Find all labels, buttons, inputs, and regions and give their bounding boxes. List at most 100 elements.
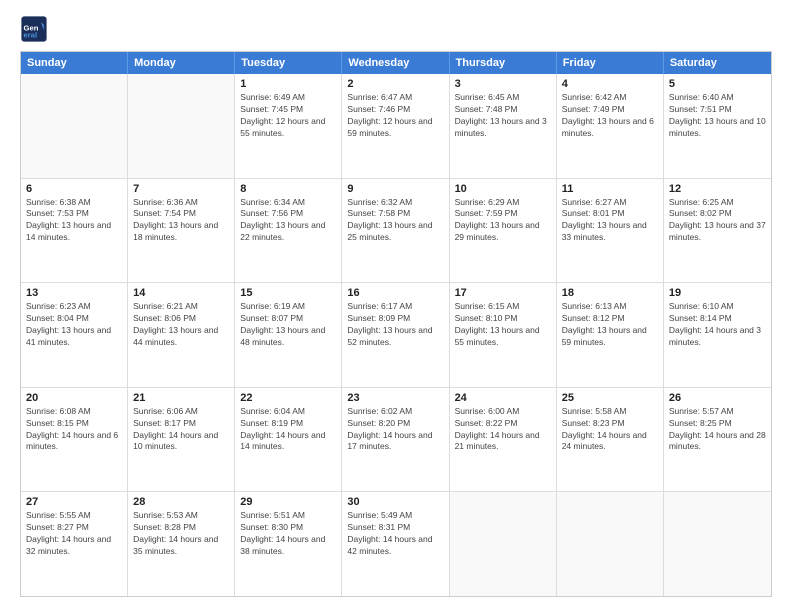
calendar-cell: 4 Sunrise: 6:42 AM Sunset: 7:49 PM Daylig… xyxy=(557,74,664,178)
header-day-saturday: Saturday xyxy=(664,52,771,74)
calendar-row-5: 27 Sunrise: 5:55 AM Sunset: 8:27 PM Dayli… xyxy=(21,492,771,596)
day-number: 24 xyxy=(455,392,551,404)
calendar-cell: 3Sunrise: 6:45 AM Sunset: 7:48 PM Daylig… xyxy=(450,74,557,178)
cell-info: Sunrise: 6:40 AM Sunset: 7:51 PM Dayligh… xyxy=(669,92,766,140)
day-number: 10 xyxy=(455,183,551,195)
day-number: 4 xyxy=(562,78,658,90)
day-number: 3 xyxy=(455,78,551,90)
calendar-cell xyxy=(450,492,557,596)
calendar-cell: 11 Sunrise: 6:27 AM Sunset: 8:01 PM Dayli… xyxy=(557,179,664,283)
cell-info: Sunrise: 6:06 AM Sunset: 8:17 PM Dayligh… xyxy=(133,406,229,454)
cell-info: Sunrise: 6:34 AM Sunset: 7:56 PM Dayligh… xyxy=(240,197,336,245)
page: Gen eral SundayMondayTuesdayWednesdayThu… xyxy=(0,0,792,612)
day-number: 16 xyxy=(347,287,443,299)
calendar-cell: 28 Sunrise: 5:53 AM Sunset: 8:28 PM Dayli… xyxy=(128,492,235,596)
day-number: 13 xyxy=(26,287,122,299)
calendar-cell: 26Sunrise: 5:57 AM Sunset: 8:25 PM Dayli… xyxy=(664,388,771,492)
header-day-wednesday: Wednesday xyxy=(342,52,449,74)
header-day-sunday: Sunday xyxy=(21,52,128,74)
cell-info: Sunrise: 6:25 AM Sunset: 8:02 PM Dayligh… xyxy=(669,197,766,245)
day-number: 2 xyxy=(347,78,443,90)
calendar-cell: 23Sunrise: 6:02 AM Sunset: 8:20 PM Dayli… xyxy=(342,388,449,492)
calendar-cell: 18Sunrise: 6:13 AM Sunset: 8:12 PM Dayli… xyxy=(557,283,664,387)
header-day-tuesday: Tuesday xyxy=(235,52,342,74)
cell-info: Sunrise: 6:38 AM Sunset: 7:53 PM Dayligh… xyxy=(26,197,122,245)
svg-text:eral: eral xyxy=(24,30,38,39)
day-number: 19 xyxy=(669,287,766,299)
cell-info: Sunrise: 5:55 AM Sunset: 8:27 PM Dayligh… xyxy=(26,510,122,558)
cell-info: Sunrise: 6:19 AM Sunset: 8:07 PM Dayligh… xyxy=(240,301,336,349)
cell-info: Sunrise: 5:53 AM Sunset: 8:28 PM Dayligh… xyxy=(133,510,229,558)
calendar-cell: 16 Sunrise: 6:17 AM Sunset: 8:09 PM Dayli… xyxy=(342,283,449,387)
calendar-cell: 8 Sunrise: 6:34 AM Sunset: 7:56 PM Daylig… xyxy=(235,179,342,283)
calendar-row-2: 6Sunrise: 6:38 AM Sunset: 7:53 PM Daylig… xyxy=(21,179,771,284)
calendar: SundayMondayTuesdayWednesdayThursdayFrid… xyxy=(20,51,772,597)
calendar-cell: 7Sunrise: 6:36 AM Sunset: 7:54 PM Daylig… xyxy=(128,179,235,283)
calendar-cell: 24 Sunrise: 6:00 AM Sunset: 8:22 PM Dayli… xyxy=(450,388,557,492)
day-number: 12 xyxy=(669,183,766,195)
cell-info: Sunrise: 6:10 AM Sunset: 8:14 PM Dayligh… xyxy=(669,301,766,349)
calendar-body: 1Sunrise: 6:49 AM Sunset: 7:45 PM Daylig… xyxy=(21,74,771,596)
cell-info: Sunrise: 6:23 AM Sunset: 8:04 PM Dayligh… xyxy=(26,301,122,349)
cell-info: Sunrise: 6:32 AM Sunset: 7:58 PM Dayligh… xyxy=(347,197,443,245)
calendar-cell: 30 Sunrise: 5:49 AM Sunset: 8:31 PM Dayli… xyxy=(342,492,449,596)
calendar-cell: 13 Sunrise: 6:23 AM Sunset: 8:04 PM Dayli… xyxy=(21,283,128,387)
header: Gen eral xyxy=(20,15,772,43)
calendar-cell: 1Sunrise: 6:49 AM Sunset: 7:45 PM Daylig… xyxy=(235,74,342,178)
header-day-monday: Monday xyxy=(128,52,235,74)
calendar-cell xyxy=(664,492,771,596)
cell-info: Sunrise: 6:27 AM Sunset: 8:01 PM Dayligh… xyxy=(562,197,658,245)
calendar-cell: 15 Sunrise: 6:19 AM Sunset: 8:07 PM Dayli… xyxy=(235,283,342,387)
day-number: 9 xyxy=(347,183,443,195)
day-number: 11 xyxy=(562,183,658,195)
calendar-cell: 2 Sunrise: 6:47 AM Sunset: 7:46 PM Daylig… xyxy=(342,74,449,178)
calendar-cell: 21 Sunrise: 6:06 AM Sunset: 8:17 PM Dayli… xyxy=(128,388,235,492)
calendar-row-3: 13 Sunrise: 6:23 AM Sunset: 8:04 PM Dayli… xyxy=(21,283,771,388)
calendar-cell: 29 Sunrise: 5:51 AM Sunset: 8:30 PM Dayli… xyxy=(235,492,342,596)
day-number: 30 xyxy=(347,496,443,508)
day-number: 22 xyxy=(240,392,336,404)
cell-info: Sunrise: 6:04 AM Sunset: 8:19 PM Dayligh… xyxy=(240,406,336,454)
calendar-cell: 6Sunrise: 6:38 AM Sunset: 7:53 PM Daylig… xyxy=(21,179,128,283)
calendar-cell xyxy=(557,492,664,596)
cell-info: Sunrise: 6:17 AM Sunset: 8:09 PM Dayligh… xyxy=(347,301,443,349)
header-day-friday: Friday xyxy=(557,52,664,74)
cell-info: Sunrise: 5:58 AM Sunset: 8:23 PM Dayligh… xyxy=(562,406,658,454)
cell-info: Sunrise: 6:08 AM Sunset: 8:15 PM Dayligh… xyxy=(26,406,122,454)
calendar-cell: 27 Sunrise: 5:55 AM Sunset: 8:27 PM Dayli… xyxy=(21,492,128,596)
cell-info: Sunrise: 6:13 AM Sunset: 8:12 PM Dayligh… xyxy=(562,301,658,349)
calendar-cell: 25 Sunrise: 5:58 AM Sunset: 8:23 PM Dayli… xyxy=(557,388,664,492)
calendar-header: SundayMondayTuesdayWednesdayThursdayFrid… xyxy=(21,52,771,74)
cell-info: Sunrise: 6:21 AM Sunset: 8:06 PM Dayligh… xyxy=(133,301,229,349)
cell-info: Sunrise: 6:49 AM Sunset: 7:45 PM Dayligh… xyxy=(240,92,336,140)
cell-info: Sunrise: 6:00 AM Sunset: 8:22 PM Dayligh… xyxy=(455,406,551,454)
calendar-cell: 9 Sunrise: 6:32 AM Sunset: 7:58 PM Daylig… xyxy=(342,179,449,283)
logo-icon: Gen eral xyxy=(20,15,48,43)
calendar-cell: 17Sunrise: 6:15 AM Sunset: 8:10 PM Dayli… xyxy=(450,283,557,387)
day-number: 8 xyxy=(240,183,336,195)
day-number: 17 xyxy=(455,287,551,299)
cell-info: Sunrise: 6:47 AM Sunset: 7:46 PM Dayligh… xyxy=(347,92,443,140)
day-number: 27 xyxy=(26,496,122,508)
calendar-cell: 22 Sunrise: 6:04 AM Sunset: 8:19 PM Dayli… xyxy=(235,388,342,492)
header-day-thursday: Thursday xyxy=(450,52,557,74)
day-number: 20 xyxy=(26,392,122,404)
day-number: 21 xyxy=(133,392,229,404)
calendar-cell: 20 Sunrise: 6:08 AM Sunset: 8:15 PM Dayli… xyxy=(21,388,128,492)
cell-info: Sunrise: 5:49 AM Sunset: 8:31 PM Dayligh… xyxy=(347,510,443,558)
day-number: 26 xyxy=(669,392,766,404)
day-number: 7 xyxy=(133,183,229,195)
day-number: 5 xyxy=(669,78,766,90)
logo: Gen eral xyxy=(20,15,52,43)
calendar-cell: 12 Sunrise: 6:25 AM Sunset: 8:02 PM Dayli… xyxy=(664,179,771,283)
cell-info: Sunrise: 6:42 AM Sunset: 7:49 PM Dayligh… xyxy=(562,92,658,140)
calendar-row-1: 1Sunrise: 6:49 AM Sunset: 7:45 PM Daylig… xyxy=(21,74,771,179)
cell-info: Sunrise: 5:51 AM Sunset: 8:30 PM Dayligh… xyxy=(240,510,336,558)
calendar-cell: 19 Sunrise: 6:10 AM Sunset: 8:14 PM Dayli… xyxy=(664,283,771,387)
day-number: 28 xyxy=(133,496,229,508)
calendar-cell xyxy=(128,74,235,178)
day-number: 15 xyxy=(240,287,336,299)
calendar-cell: 14Sunrise: 6:21 AM Sunset: 8:06 PM Dayli… xyxy=(128,283,235,387)
day-number: 29 xyxy=(240,496,336,508)
day-number: 25 xyxy=(562,392,658,404)
